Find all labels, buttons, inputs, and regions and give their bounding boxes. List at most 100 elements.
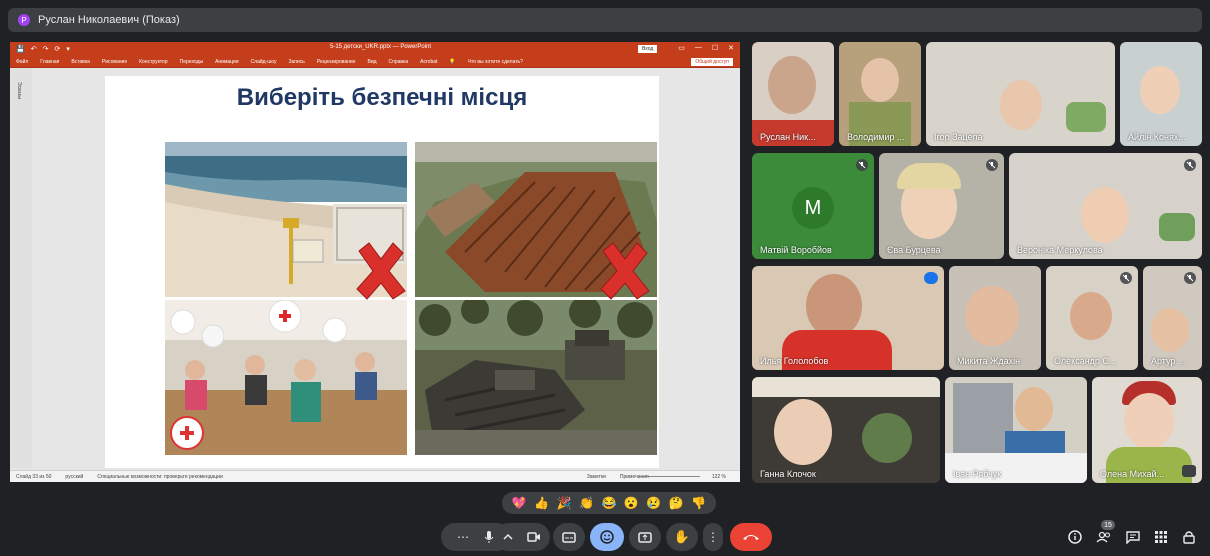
thinking-reaction-icon[interactable]: 🤔	[669, 496, 684, 510]
repeat-icon[interactable]: ⟳	[54, 45, 60, 53]
meeting-info-icon[interactable]	[1067, 529, 1083, 545]
captions-button[interactable]	[553, 523, 585, 551]
participant-tile[interactable]: Олександр С...	[1046, 266, 1138, 370]
participant-tile[interactable]: Ганна Клочок	[752, 377, 940, 483]
save-icon[interactable]: 💾	[16, 45, 25, 53]
mic-off-icon	[1184, 272, 1196, 284]
surprised-reaction-icon[interactable]: 😮	[624, 496, 639, 510]
participant-tile[interactable]: Володимир ...	[839, 42, 921, 146]
laugh-reaction-icon[interactable]: 😂	[601, 496, 616, 510]
activities-grid-icon[interactable]	[1153, 529, 1169, 545]
participant-avatar: M	[792, 187, 834, 229]
thumbnails-pane[interactable]: Эскизы	[10, 68, 32, 468]
tab-acrobat[interactable]: Acrobat	[420, 59, 437, 65]
participant-video	[1151, 308, 1189, 352]
participant-name: Руслан Ник...	[760, 132, 816, 142]
leave-call-button[interactable]	[730, 523, 772, 551]
speaking-indicator-icon	[924, 272, 938, 284]
people-icon[interactable]	[1096, 529, 1112, 545]
clap-reaction-icon[interactable]: 👏	[579, 496, 594, 510]
close-icon[interactable]: ✕	[728, 44, 734, 52]
participant-tile[interactable]: Руслан Ник...	[752, 42, 834, 146]
accessibility-status[interactable]: Специальные возможности: проверьте реком…	[97, 474, 222, 480]
zoom-slider[interactable]	[640, 476, 700, 477]
share-button[interactable]: Общий доступ	[690, 57, 734, 67]
tab-help[interactable]: Справка	[389, 59, 409, 65]
participant-name: Айлін Конях...	[1128, 132, 1186, 142]
raise-hand-button[interactable]: ✋	[666, 523, 698, 551]
heart-reaction-icon[interactable]: 💖	[512, 496, 527, 510]
ribbon-display-icon[interactable]: ▭	[678, 44, 685, 52]
notes-button[interactable]: Заметки	[587, 474, 606, 480]
tab-animations[interactable]: Анимация	[215, 59, 238, 65]
more-options-button[interactable]: ⋮	[703, 523, 723, 551]
participant-tile[interactable]: Илья Гололобов	[752, 266, 944, 370]
tab-insert[interactable]: Вставка	[71, 59, 90, 65]
present-button[interactable]	[629, 523, 661, 551]
tab-home[interactable]: Главная	[40, 59, 59, 65]
tab-record[interactable]: Запись	[288, 59, 304, 65]
tab-view[interactable]: Вид	[368, 59, 377, 65]
language-indicator[interactable]: русский	[65, 474, 83, 480]
tab-slideshow[interactable]: Слайд-шоу	[251, 59, 277, 65]
participant-tile[interactable]: Айлін Конях...	[1120, 42, 1202, 146]
sad-reaction-icon[interactable]: 😢	[646, 496, 661, 510]
participant-name: Іван Рябчук	[953, 469, 1002, 479]
redo-icon[interactable]: ↷	[43, 45, 49, 53]
participant-video	[1124, 393, 1174, 449]
maximize-icon[interactable]: ☐	[712, 44, 718, 52]
chevron-up-icon[interactable]	[503, 533, 513, 541]
tell-me-search[interactable]: Что вы хотите сделать?	[468, 59, 523, 65]
reactions-button[interactable]	[590, 523, 624, 551]
participant-video	[861, 58, 899, 102]
participant-tile[interactable]: Олена Михай...	[1092, 377, 1202, 483]
undo-icon[interactable]: ↶	[31, 45, 37, 53]
end-call-icon	[743, 535, 759, 540]
destroyed-vehicles-photo	[415, 300, 657, 455]
pin-icon[interactable]	[1182, 465, 1196, 477]
participant-name: Олена Михай...	[1100, 469, 1165, 479]
ppt-filename: 5-15 детски_UKR.pptx — PowerPoint	[330, 44, 432, 50]
window-buttons: ▭ — ☐ ✕	[678, 44, 734, 52]
participant-tile[interactable]: Іван Рябчук	[945, 377, 1087, 483]
mic-off-icon	[856, 159, 868, 171]
zoom-level[interactable]: 122 %	[712, 474, 726, 480]
participant-tile[interactable]: Микита Ждахін	[949, 266, 1041, 370]
participant-video	[1070, 292, 1112, 340]
chat-icon[interactable]	[1125, 529, 1141, 545]
tab-review[interactable]: Рецензирование	[317, 59, 356, 65]
red-x-icon	[600, 242, 650, 300]
party-reaction-icon[interactable]: 🎉	[557, 496, 572, 510]
participant-tile[interactable]: Вероніка Меркулова	[1009, 153, 1202, 259]
participant-tile[interactable]: Артур ...	[1143, 266, 1202, 370]
thumbs-down-reaction-icon[interactable]: 👎	[691, 496, 706, 510]
participant-name: Володимир ...	[847, 132, 905, 142]
thumbs-up-reaction-icon[interactable]: 👍	[534, 496, 549, 510]
tab-file[interactable]: Файл	[16, 59, 28, 65]
audio-options-button[interactable]: ⋯	[457, 530, 469, 544]
ppt-ribbon-tabs: Файл Главная Вставка Рисование Конструкт…	[10, 56, 740, 68]
classroom-photo	[165, 300, 407, 455]
presenter-title: Руслан Николаевич (Показ)	[38, 14, 180, 26]
participant-name: Илья Гололобов	[760, 356, 829, 366]
tab-design[interactable]: Конструктор	[139, 59, 168, 65]
participant-video	[774, 399, 832, 465]
captions-icon	[562, 531, 576, 543]
tab-transitions[interactable]: Переходы	[180, 59, 203, 65]
minimize-icon[interactable]: —	[695, 44, 702, 52]
tab-draw[interactable]: Рисование	[102, 59, 127, 65]
signin-button[interactable]: Вход	[638, 45, 658, 53]
participant-tile[interactable]: Єва Бурцева	[879, 153, 1004, 259]
participant-video	[806, 274, 862, 338]
participant-video	[1015, 387, 1053, 431]
camera-icon[interactable]	[527, 532, 541, 542]
thumbnails-label: Эскизы	[16, 82, 22, 99]
host-controls-lock-icon[interactable]	[1181, 529, 1197, 545]
participant-tile[interactable]: M Матвій Воробйов	[752, 153, 874, 259]
more-vert-icon: ⋮	[707, 530, 719, 544]
customize-qat-icon[interactable]: ▾	[66, 45, 70, 53]
present-screen-icon	[638, 531, 652, 543]
slide-canvas[interactable]: Виберіть безпечні місця	[105, 76, 659, 468]
participant-video	[1081, 187, 1129, 243]
participant-tile[interactable]: Ігор Зацепа	[926, 42, 1115, 146]
